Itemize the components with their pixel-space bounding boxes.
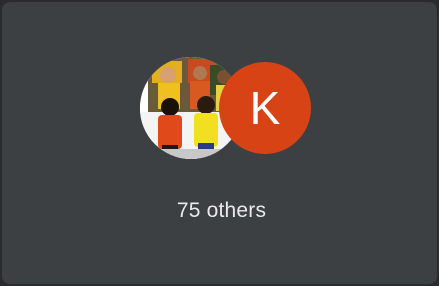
initial-avatar: K <box>219 62 311 154</box>
avatar-group: K <box>140 57 312 159</box>
participants-tile[interactable]: K 75 others <box>2 2 437 284</box>
avatar-initial: K <box>249 82 281 134</box>
others-count-label: 75 others <box>176 199 267 222</box>
